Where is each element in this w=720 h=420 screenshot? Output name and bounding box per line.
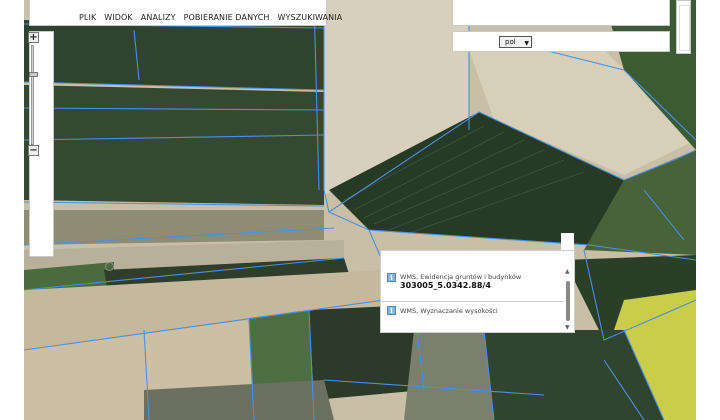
popup-row-text: WMS, Ewidencja gruntów i budynków 303005…: [400, 273, 521, 291]
menu-item-wyszukiwania[interactable]: WYSZUKIWANIA: [278, 13, 343, 22]
popup-row-ewidencja: i WMS, Ewidencja gruntów i budynków 3030…: [387, 273, 521, 291]
location-marker-icon: [105, 262, 114, 271]
info-icon[interactable]: i: [387, 273, 396, 282]
aerial-map[interactable]: [24, 0, 696, 420]
scrollbar-thumb[interactable]: [566, 281, 570, 321]
zoom-out-button[interactable]: −: [28, 145, 39, 156]
language-select[interactable]: pol ▼: [499, 36, 532, 48]
scroll-down-icon[interactable]: ▼: [565, 325, 570, 331]
zoom-slider-handle[interactable]: [29, 72, 38, 77]
popup-layer-name: WMS, Ewidencja gruntów i budynków: [400, 273, 522, 281]
menu-item-widok[interactable]: WIDOK: [104, 13, 132, 22]
zoom-in-button[interactable]: +: [28, 32, 39, 43]
main-menu: PLIK WIDOK ANALIZY POBIERANIE DANYCH WYS…: [79, 13, 342, 22]
popup-row-wysokosc: i WMS, Wyznaczanie wysokości: [387, 306, 498, 315]
info-icon[interactable]: i: [387, 306, 396, 315]
popup-divider: [381, 301, 564, 302]
search-panel: [452, 0, 670, 26]
parcel-id: 303005_5.0342.88/4: [400, 281, 491, 290]
language-panel: [452, 31, 670, 52]
language-select-value: pol: [505, 38, 516, 46]
menu-item-pobieranie-danych[interactable]: POBIERANIE DANYCH: [184, 13, 270, 22]
popup-layer-name: WMS, Wyznaczanie wysokości: [400, 307, 498, 315]
side-toolbar-slot[interactable]: [679, 5, 690, 51]
scroll-up-icon[interactable]: ▲: [565, 269, 570, 275]
feature-info-popup: i WMS, Ewidencja gruntów i budynków 3030…: [380, 250, 575, 333]
zoom-slider-track[interactable]: [31, 45, 34, 145]
map-canvas[interactable]: [24, 0, 696, 420]
menu-item-plik[interactable]: PLIK: [79, 13, 96, 22]
chevron-down-icon: ▼: [524, 40, 529, 47]
menu-item-analizy[interactable]: ANALIZY: [141, 13, 176, 22]
popup-scrollbar[interactable]: ▲ ▼: [565, 269, 571, 331]
side-toolbar: [676, 0, 691, 54]
